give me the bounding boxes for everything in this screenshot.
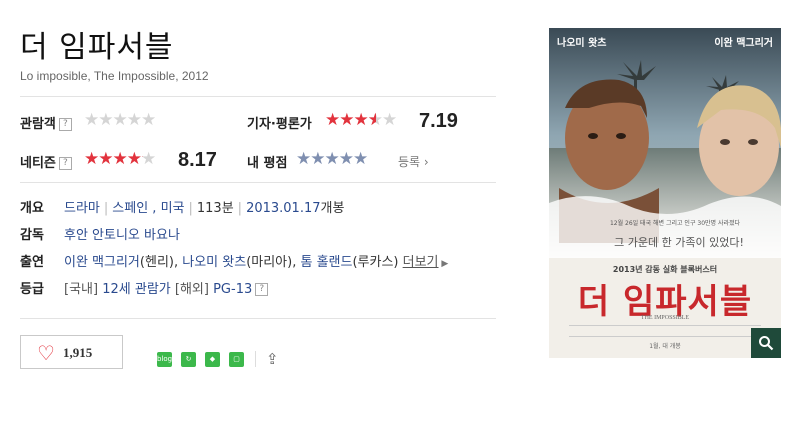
netizen-score: 8.17 <box>178 149 217 171</box>
share-icon[interactable]: ⇪ <box>266 350 279 368</box>
grade-label: 등급 <box>20 282 44 297</box>
cast-role: (루카스) <box>352 255 399 270</box>
poster-credits-block <box>569 325 761 337</box>
star-icon: ★ <box>141 110 156 130</box>
poster-actor-left: 나오미 왓츠 <box>557 38 607 49</box>
star-icon: ★ <box>126 110 142 130</box>
partial-star-icon: ★★ <box>141 149 156 169</box>
grade-foreign-label: [해외] <box>174 282 209 297</box>
runtime: 113분 <box>196 201 234 216</box>
divider <box>20 182 496 183</box>
star-icon[interactable]: ★ <box>339 149 354 169</box>
cafe-share-icon[interactable]: ↻ <box>181 352 196 367</box>
grade-domestic-label: [국내] <box>64 282 99 297</box>
like-button[interactable]: ♡ 1,915 <box>20 335 123 369</box>
my-rating-label: 내 평점 <box>247 156 288 171</box>
critic-score: 7.19 <box>419 110 458 132</box>
star-icon[interactable]: ★ <box>325 149 340 169</box>
help-icon[interactable]: ? <box>255 283 269 296</box>
overview-row: 개요 드라마 | 스페인 , 미국 | 113분 | 2013.01.17개봉 <box>20 197 344 216</box>
director-label: 감독 <box>20 228 44 243</box>
bookmark-share-icon[interactable]: ◆ <box>205 352 220 367</box>
star-icon: ★ <box>353 110 369 130</box>
star-icon: ★ <box>126 149 142 169</box>
star-icon: ★ <box>339 110 354 130</box>
netizen-rating-label: 네티즌? <box>20 152 72 171</box>
cast-role: (헨리) <box>139 255 174 270</box>
cast-role: (마리아) <box>246 255 293 270</box>
release-suffix: 개봉 <box>320 201 345 216</box>
star-icon[interactable]: ★ <box>353 149 368 169</box>
country-link[interactable]: 스페인 <box>112 201 148 216</box>
star-icon: ★ <box>84 110 99 130</box>
half-star-icon: ★ ★ <box>367 110 383 130</box>
zoom-button[interactable] <box>751 328 781 358</box>
heart-icon: ♡ <box>37 341 55 365</box>
caret-right-icon: ▶ <box>438 259 449 269</box>
genre-link[interactable]: 드라마 <box>64 201 100 216</box>
divider <box>255 351 256 367</box>
critic-stars: ★★★★ ★ ★ <box>325 110 397 130</box>
movie-title: 더 임파서블 <box>20 30 174 65</box>
help-icon[interactable]: ? <box>58 157 72 170</box>
star-icon: ★ <box>325 110 340 130</box>
critic-rating-label: 기자·평론가 <box>247 117 312 132</box>
grade-row: 등급 [국내] 12세 관람가 [해외] PG-13? <box>20 278 269 297</box>
cast-link[interactable]: 나오미 왓츠 <box>182 255 246 270</box>
star-icon[interactable]: ★ <box>310 149 325 169</box>
star-icon: ★ <box>84 149 99 169</box>
chevron-right-icon: › <box>420 155 429 169</box>
movie-poster[interactable]: 나오미 왓츠 이완 맥그리거 12월 26일 태국 해변 그리고 인구 30만명… <box>549 28 781 358</box>
band-share-icon[interactable]: ▢ <box>229 352 244 367</box>
poster-title-en: THE IMPOSSIBLE <box>640 315 690 321</box>
cast-label: 출연 <box>20 255 44 270</box>
audience-stars: ★★★★★ <box>84 110 156 130</box>
divider <box>20 96 496 97</box>
star-icon: ★ <box>98 149 113 169</box>
my-rating-stars[interactable]: ★★★★★ <box>296 149 368 169</box>
help-icon[interactable]: ? <box>58 118 72 131</box>
overview-label: 개요 <box>20 201 44 216</box>
blog-share-icon[interactable]: blog <box>157 352 172 367</box>
star-icon: ★ <box>382 110 397 130</box>
poster-tagline-small: 12월 26일 태국 해변 그리고 인구 30만명 사라졌다 <box>609 220 741 227</box>
register-rating-link[interactable]: 등록 › <box>398 153 429 170</box>
star-icon[interactable]: ★ <box>296 149 311 169</box>
search-icon <box>759 336 774 351</box>
movie-subtitle: Lo imposible, The Impossible, 2012 <box>20 69 209 83</box>
cast-link[interactable]: 이완 맥그리거 <box>64 255 140 270</box>
poster-actor-right: 이완 맥그리거 <box>714 38 773 49</box>
divider <box>20 318 496 319</box>
release-date-link[interactable]: 2013.01.17 <box>246 201 320 216</box>
poster-release: 1월, 대 개봉 <box>649 343 681 350</box>
cast-row: 출연 이완 맥그리거(헨리), 나오미 왓츠(마리아), 톰 홀랜드(루카스) 더… <box>20 251 448 270</box>
more-cast-link[interactable]: 더보기 <box>403 255 439 270</box>
netizen-stars: ★★★★★★ <box>84 149 156 169</box>
star-icon: ★ <box>112 110 128 130</box>
director-link[interactable]: 후안 안토니오 바요나 <box>64 228 180 243</box>
country-link[interactable]: 미국 <box>161 201 185 216</box>
grade-foreign-link[interactable]: PG-13 <box>213 282 252 297</box>
poster-tagline: 그 가운데 한 가족이 있었다! <box>614 236 744 249</box>
cast-link[interactable]: 톰 홀랜드 <box>300 255 352 270</box>
star-icon: ★ <box>98 110 113 130</box>
audience-rating-label: 관람객? <box>20 113 72 132</box>
like-count: 1,915 <box>63 345 93 360</box>
director-row: 감독 후안 안토니오 바요나 <box>20 224 180 243</box>
star-icon: ★ <box>112 149 128 169</box>
grade-domestic-link[interactable]: 12세 관람가 <box>102 282 171 297</box>
